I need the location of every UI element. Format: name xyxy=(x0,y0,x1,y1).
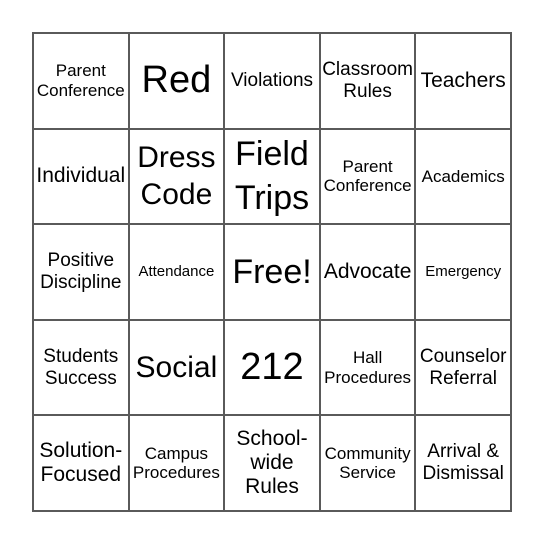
bingo-cell[interactable]: Emergency xyxy=(415,224,511,320)
bingo-card: Parent Conference Red Violations Classro… xyxy=(32,32,512,512)
bingo-cell[interactable]: 212 xyxy=(224,319,320,416)
bingo-cell[interactable]: Field Trips xyxy=(224,128,320,225)
bingo-cell[interactable]: Solution- Focused xyxy=(33,415,129,511)
bingo-cell[interactable]: Community Service xyxy=(319,415,416,511)
bingo-cell[interactable]: Teachers xyxy=(415,33,511,129)
bingo-cell[interactable]: Students Success xyxy=(33,319,129,416)
bingo-cell[interactable]: Parent Conference xyxy=(319,128,416,225)
bingo-cell-free-space[interactable]: Free! xyxy=(224,224,320,320)
bingo-cell[interactable]: Attendance xyxy=(128,224,225,320)
bingo-cell[interactable]: Academics xyxy=(415,128,511,225)
bingo-cell[interactable]: Classroom Rules xyxy=(319,33,416,129)
bingo-cell[interactable]: Dress Code xyxy=(128,128,225,225)
bingo-cell[interactable]: Violations xyxy=(224,33,320,129)
bingo-cell[interactable]: Arrival & Dismissal xyxy=(415,415,511,511)
bingo-cell[interactable]: Advocate xyxy=(319,224,416,320)
bingo-cell[interactable]: Parent Conference xyxy=(33,33,129,129)
bingo-cell[interactable]: Red xyxy=(128,33,225,129)
bingo-cell[interactable]: Individual xyxy=(33,128,129,225)
bingo-cell[interactable]: Hall Procedures xyxy=(319,319,416,416)
bingo-cell[interactable]: Social xyxy=(128,319,225,416)
bingo-cell[interactable]: Counselor Referral xyxy=(415,319,511,416)
bingo-cell[interactable]: Positive Discipline xyxy=(33,224,129,320)
bingo-cell[interactable]: Campus Procedures xyxy=(128,415,225,511)
bingo-cell[interactable]: School- wide Rules xyxy=(224,415,320,511)
